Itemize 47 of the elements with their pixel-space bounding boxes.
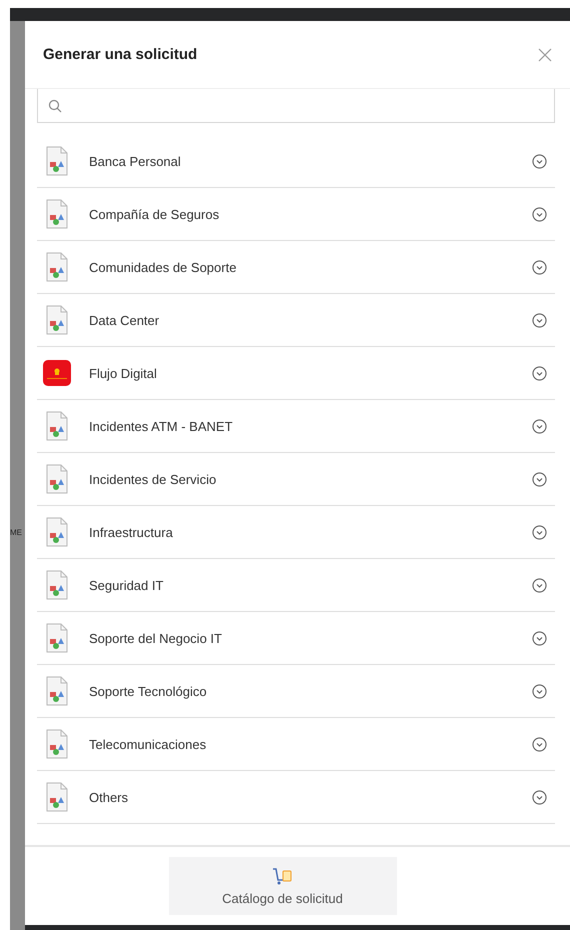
expand-icon[interactable] bbox=[532, 524, 547, 540]
expand-icon[interactable] bbox=[532, 630, 547, 646]
expand-icon[interactable] bbox=[532, 472, 547, 486]
item-label: Comunidades de Soporte bbox=[89, 260, 238, 274]
expand-icon[interactable] bbox=[532, 312, 547, 328]
item-label: Soporte Tecnológico bbox=[89, 684, 208, 698]
expand-icon[interactable] bbox=[532, 578, 547, 592]
list-item[interactable]: Comunidades de Soporte bbox=[37, 241, 555, 294]
list-item[interactable]: Telecomunicaciones bbox=[37, 718, 555, 771]
list-item[interactable]: Incidentes ATM - BANET bbox=[37, 400, 555, 453]
cart-icon bbox=[272, 866, 294, 886]
item-label: Others bbox=[89, 790, 130, 804]
expand-icon[interactable] bbox=[532, 154, 547, 168]
expand-icon[interactable] bbox=[532, 736, 547, 752]
list-item[interactable]: Others bbox=[37, 771, 555, 824]
item-label: Telecomunicaciones bbox=[89, 736, 208, 752]
background-text: ME bbox=[10, 528, 22, 537]
list-item[interactable]: Banca Personal bbox=[37, 135, 555, 188]
list-item[interactable]: Seguridad IT bbox=[37, 559, 555, 612]
item-label: Banca Personal bbox=[89, 154, 182, 168]
list-item[interactable]: Infraestructura bbox=[37, 506, 555, 559]
expand-icon[interactable] bbox=[532, 418, 547, 434]
expand-icon[interactable] bbox=[532, 790, 547, 804]
list-item[interactable]: Data Center bbox=[37, 294, 555, 347]
item-label: Data Center bbox=[89, 312, 160, 328]
list-item[interactable]: Compañía de Seguros bbox=[37, 188, 555, 241]
item-label: Soporte del Negocio IT bbox=[89, 630, 223, 646]
item-label: Incidentes ATM - BANET bbox=[89, 418, 234, 434]
expand-icon[interactable] bbox=[532, 366, 547, 380]
item-label: Compañía de Seguros bbox=[89, 206, 220, 222]
item-label: Flujo Digital bbox=[89, 366, 158, 380]
dialog-title: Generar una solicitud bbox=[43, 46, 198, 63]
expand-icon[interactable] bbox=[532, 260, 547, 274]
list-item[interactable]: Soporte Tecnológico bbox=[37, 665, 555, 718]
item-label: Seguridad IT bbox=[89, 578, 164, 592]
item-label: Incidentes de Servicio bbox=[89, 472, 218, 486]
expand-icon[interactable] bbox=[532, 206, 547, 222]
list-item[interactable]: Flujo Digital bbox=[37, 347, 555, 400]
search-field[interactable] bbox=[37, 89, 555, 123]
expand-icon[interactable] bbox=[532, 684, 547, 698]
list-item[interactable]: Incidentes de Servicio bbox=[37, 453, 555, 506]
close-icon[interactable] bbox=[538, 48, 552, 62]
search-icon bbox=[48, 98, 62, 112]
catalog-button[interactable]: Catálogo de solicitud bbox=[168, 857, 396, 915]
list-item[interactable]: Soporte del Negocio IT bbox=[37, 612, 555, 665]
item-label: Infraestructura bbox=[89, 524, 174, 540]
app-icon bbox=[43, 358, 71, 388]
